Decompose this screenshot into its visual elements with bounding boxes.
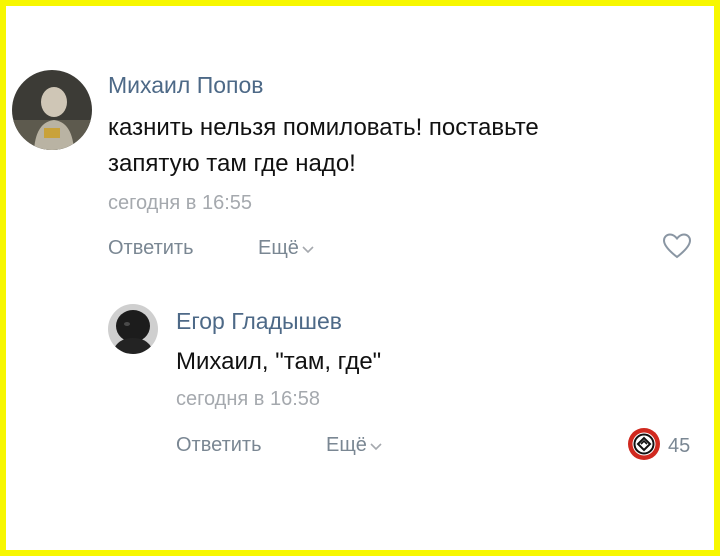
chevron-down-icon: [302, 237, 314, 260]
reaction-count: 45: [668, 435, 691, 457]
more-label: Ещё: [258, 237, 299, 259]
author-name[interactable]: Егор Гладышев: [176, 308, 342, 335]
avatar-egor[interactable]: [108, 304, 158, 354]
comment-timestamp[interactable]: сегодня в 16:55: [108, 192, 252, 215]
more-label: Ещё: [326, 434, 367, 456]
comment-text-line: казнить нельзя помиловать! поставьте: [108, 114, 539, 141]
comment-timestamp[interactable]: сегодня в 16:58: [176, 388, 320, 411]
comment-text-line: запятую там где надо!: [108, 150, 356, 177]
chevron-down-icon: [370, 434, 382, 457]
comment-text: Михаил, "там, где": [176, 348, 382, 375]
reaction-badge-icon: [626, 426, 662, 467]
avatar-mikhail[interactable]: [12, 70, 92, 150]
reply-button[interactable]: Ответить: [108, 237, 194, 260]
reply-button[interactable]: Ответить: [176, 434, 262, 457]
more-button[interactable]: Ещё: [258, 237, 314, 260]
reaction[interactable]: 45: [626, 426, 690, 467]
more-button[interactable]: Ещё: [326, 434, 382, 457]
comments-screenshot: Михаил Попов казнить нельзя помиловать! …: [6, 6, 714, 550]
heart-icon[interactable]: [662, 232, 692, 265]
comment-text: казнить нельзя помиловать! поставьте зап…: [108, 110, 539, 182]
author-name[interactable]: Михаил Попов: [108, 72, 264, 99]
